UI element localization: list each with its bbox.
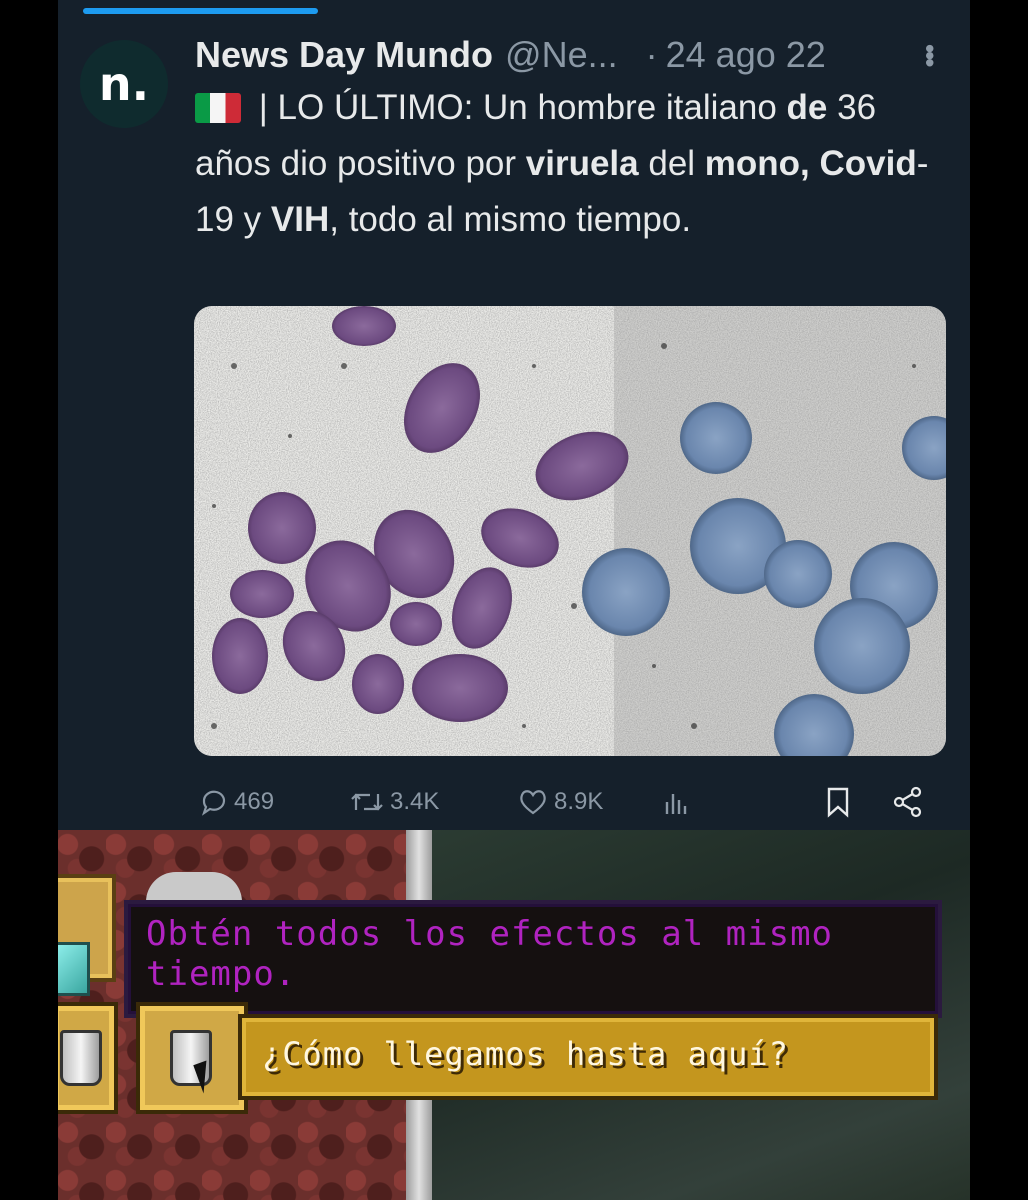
like-button[interactable]: 8.9K bbox=[518, 780, 603, 824]
tweet-text-segment: de bbox=[786, 88, 828, 127]
retweet-icon bbox=[351, 793, 383, 811]
heart-icon bbox=[520, 790, 546, 815]
advancement-description-box: Obtén todos los efectos al mismo tiempo. bbox=[124, 900, 942, 1018]
views-button[interactable] bbox=[662, 780, 692, 824]
separator: · bbox=[645, 34, 658, 75]
advancement-slot[interactable] bbox=[58, 874, 116, 996]
advancement-title: ¿Cómo llegamos hasta aquí? bbox=[262, 1035, 789, 1073]
advancement-title-bar: ¿Cómo llegamos hasta aquí? bbox=[238, 1014, 938, 1100]
more-vertical-icon[interactable]: ••• bbox=[914, 44, 945, 65]
diamond-block-icon bbox=[58, 942, 90, 996]
reply-button[interactable]: 469 bbox=[200, 780, 274, 824]
tweet-text-segment: VIH bbox=[270, 200, 330, 239]
avatar[interactable]: n. bbox=[80, 40, 168, 128]
tweet-header: News Day Mundo @Ne... · 24 ago 22 ••• bbox=[195, 30, 955, 80]
share-button[interactable] bbox=[892, 780, 924, 824]
views-icon bbox=[665, 794, 687, 814]
tweet-text: | LO ÚLTIMO: Un hombre italiano de 36 añ… bbox=[195, 80, 935, 248]
bookmark-button[interactable] bbox=[824, 780, 852, 824]
minecraft-screenshot: Obtén todos los efectos al mismo tiempo.… bbox=[58, 830, 970, 1200]
retweet-count: 3.4K bbox=[390, 788, 440, 815]
advancement-frame-left[interactable] bbox=[58, 1002, 118, 1114]
tweet-text-segment: del bbox=[638, 144, 705, 183]
author-name[interactable]: News Day Mundo bbox=[195, 34, 493, 76]
tweet-text-segment: viruela bbox=[525, 144, 639, 183]
tweet-image[interactable] bbox=[194, 306, 946, 756]
microscopy-image bbox=[194, 306, 946, 756]
progress-indicator bbox=[83, 8, 318, 14]
retweet-button[interactable]: 3.4K bbox=[350, 780, 439, 824]
author-handle[interactable]: @Ne... bbox=[505, 34, 618, 76]
tweet-text-segment: , todo al mismo tiempo. bbox=[329, 200, 692, 239]
share-icon bbox=[893, 786, 922, 818]
advancement-frame[interactable] bbox=[136, 1002, 248, 1114]
tweet-date[interactable]: 24 ago 22 bbox=[666, 34, 826, 76]
item-dome bbox=[146, 872, 242, 902]
tweet-actions: 469 3.4K 8.9K bbox=[200, 780, 950, 824]
reply-count: 469 bbox=[234, 788, 275, 815]
bookmark-icon bbox=[827, 787, 849, 818]
tweet-text-segment: | LO ÚLTIMO: Un hombre italiano bbox=[249, 88, 787, 127]
advancement-description: Obtén todos los efectos al mismo tiempo. bbox=[146, 914, 834, 994]
tweet-text-segment: mono, Covid bbox=[704, 144, 917, 183]
italy-flag-icon bbox=[195, 93, 241, 123]
reply-icon bbox=[201, 790, 226, 816]
like-count: 8.9K bbox=[554, 788, 604, 815]
meme-frame: n. News Day Mundo @Ne... · 24 ago 22 •••… bbox=[58, 0, 970, 1200]
bucket-icon bbox=[60, 1030, 102, 1086]
